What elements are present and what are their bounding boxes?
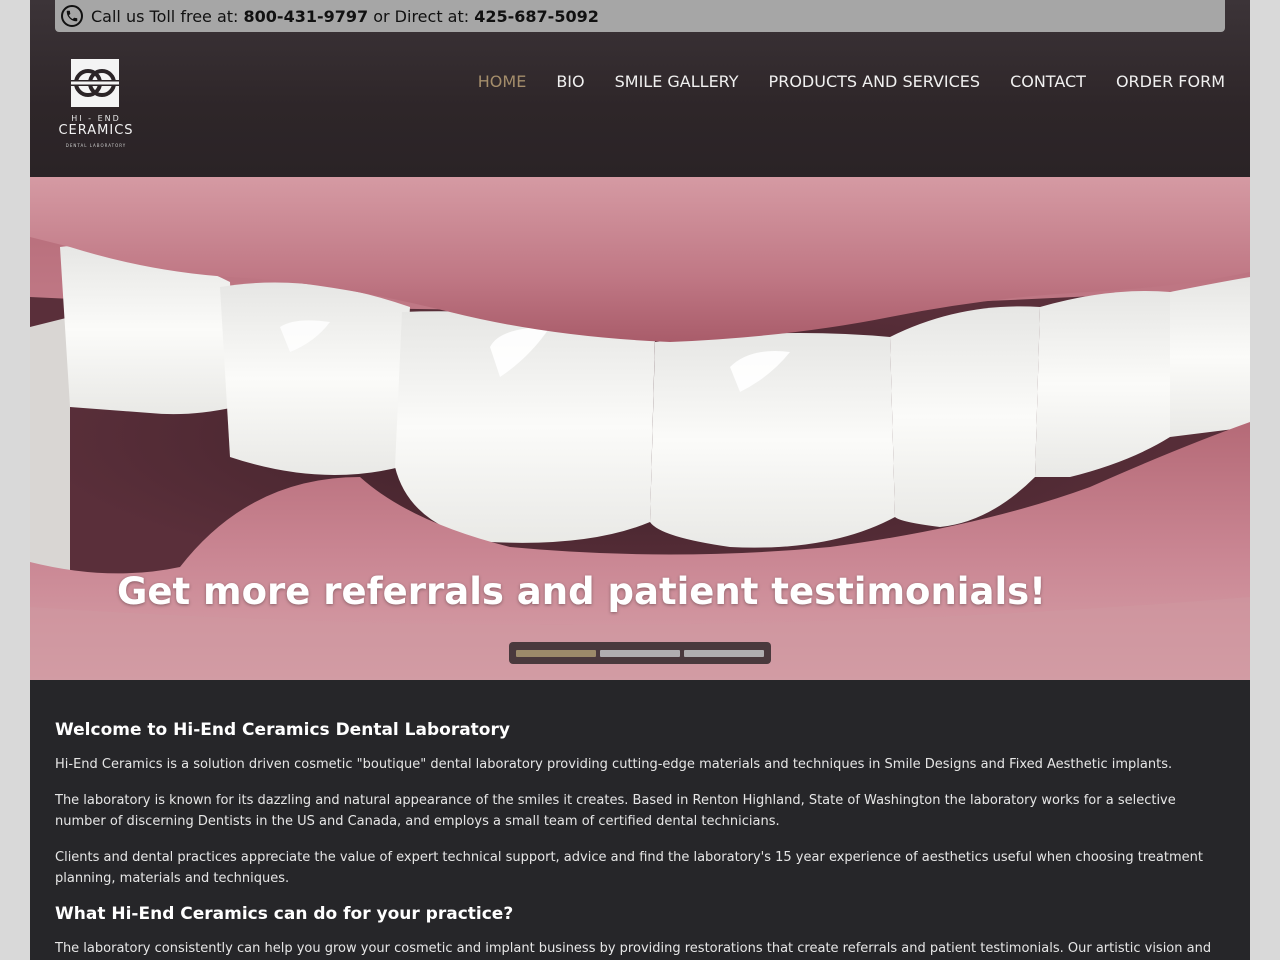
practice-paragraph: The laboratory consistently can help you…	[55, 941, 1212, 956]
about-paragraph: The laboratory is known for its dazzling…	[55, 793, 1176, 829]
phone-icon	[61, 5, 83, 27]
logo-text-hiend: HI - END	[71, 114, 121, 123]
hero-slider: Get more referrals and patient testimoni…	[30, 177, 1250, 680]
slide-indicator-2[interactable]	[600, 649, 680, 657]
toll-free-number[interactable]: 800-431-9797	[244, 7, 369, 26]
slider-pagination	[509, 642, 771, 664]
intro-paragraph: Hi-End Ceramics is a solution driven cos…	[55, 757, 1173, 772]
contact-prefix: Call us Toll free at:	[91, 6, 244, 26]
slide-indicator-3[interactable]	[684, 649, 764, 657]
slide-indicator-1[interactable]	[516, 649, 596, 657]
main-nav: HOME BIO SMILE GALLERY PRODUCTS AND SERV…	[478, 72, 1225, 91]
nav-contact[interactable]: CONTACT	[1010, 72, 1086, 91]
main-content: Welcome to Hi-End Ceramics Dental Labora…	[55, 720, 1225, 960]
nav-bio[interactable]: BIO	[556, 72, 584, 91]
nav-smile-gallery[interactable]: SMILE GALLERY	[615, 72, 739, 91]
logo-text-ceramics: CERAMICS	[58, 123, 134, 138]
page: Call us Toll free at: 800-431-9797 or Di…	[30, 0, 1250, 960]
site-header: Call us Toll free at: 800-431-9797 or Di…	[30, 0, 1250, 177]
welcome-heading: Welcome to Hi-End Ceramics Dental Labora…	[55, 720, 510, 740]
contact-text: Call us Toll free at: 800-431-9797 or Di…	[91, 7, 599, 26]
practice-heading: What Hi-End Ceramics can do for your pra…	[55, 904, 514, 924]
contact-bar: Call us Toll free at: 800-431-9797 or Di…	[55, 0, 1225, 32]
nav-products-and-services[interactable]: PRODUCTS AND SERVICES	[769, 72, 981, 91]
nav-home[interactable]: HOME	[478, 72, 527, 91]
site-logo[interactable]: HI - END CERAMICS DENTAL LABORATORY	[55, 58, 137, 152]
contact-middle: or Direct at:	[368, 6, 475, 26]
logo-mark-icon	[71, 59, 119, 107]
nav-order-form[interactable]: ORDER FORM	[1116, 72, 1225, 91]
direct-number[interactable]: 425-687-5092	[474, 7, 599, 26]
logo-text-laboratory: DENTAL LABORATORY	[65, 143, 127, 148]
hero-caption: Get more referrals and patient testimoni…	[117, 570, 1047, 613]
clients-paragraph: Clients and dental practices appreciate …	[55, 850, 1203, 886]
